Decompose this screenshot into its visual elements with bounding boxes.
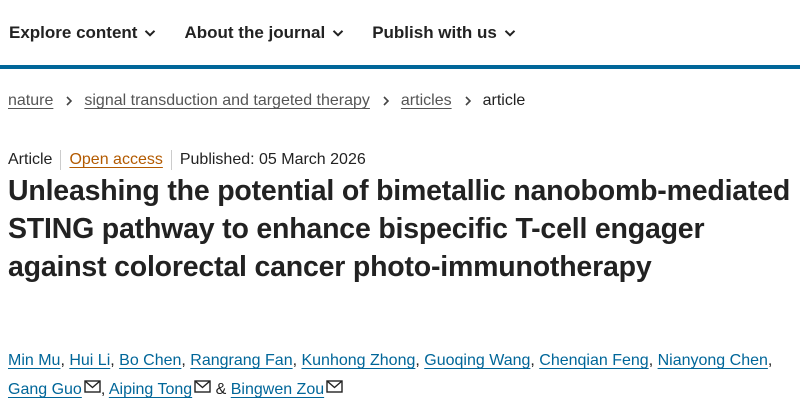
nav-explore-content[interactable]: Explore content	[9, 23, 156, 43]
author-link[interactable]: Chenqian Feng	[539, 352, 648, 369]
nav-item-label: About the journal	[184, 22, 326, 42]
article-title: Unleashing the potential of bimetallic n…	[8, 175, 791, 283]
email-icon[interactable]	[194, 380, 211, 393]
author-link[interactable]: Hui Li	[69, 352, 110, 369]
meta-divider	[60, 150, 62, 170]
breadcrumb-current: article	[482, 92, 526, 109]
author-link[interactable]: Min Mu	[8, 352, 60, 369]
author-link[interactable]: Bingwen Zou	[231, 381, 324, 398]
nav-divider	[0, 65, 800, 69]
open-access-link[interactable]: Open access	[69, 151, 162, 169]
author-separator: ,	[181, 352, 191, 369]
author-separator: ,	[648, 352, 658, 369]
article-meta: Article Open access Published: 05 March …	[8, 149, 366, 171]
meta-divider	[170, 150, 172, 170]
author-last-separator: &	[211, 381, 231, 398]
chevron-right-icon	[383, 96, 390, 106]
breadcrumb-link-nature[interactable]: nature	[8, 92, 53, 110]
breadcrumb-link-journal[interactable]: signal transduction and targeted therapy	[84, 92, 370, 110]
author-separator: ,	[110, 352, 120, 369]
nav-item-label: Publish with us	[372, 22, 497, 42]
author-link[interactable]: Aiping Tong	[109, 381, 192, 398]
chevron-down-icon	[145, 29, 156, 37]
published-date: Published: 05 March 2026	[179, 151, 366, 168]
email-icon[interactable]	[84, 380, 101, 393]
author-link[interactable]: Gang Guo	[8, 381, 82, 398]
chevron-down-icon	[504, 29, 516, 37]
author-separator: ,	[415, 352, 425, 369]
author-separator: ,	[767, 352, 773, 369]
breadcrumb: nature signal transduction and targeted …	[8, 90, 525, 112]
author-link[interactable]: Rangrang Fan	[190, 352, 292, 369]
nav-item-label: Explore content	[9, 22, 138, 42]
chevron-right-icon	[66, 96, 73, 106]
author-link[interactable]: Bo Chen	[119, 352, 181, 369]
author-separator: ,	[530, 352, 540, 369]
author-link[interactable]: Nianyong Chen	[658, 352, 768, 369]
author-separator: ,	[100, 381, 109, 398]
breadcrumb-link-articles[interactable]: articles	[401, 92, 452, 110]
article-type: Article	[8, 151, 53, 168]
author-separator: ,	[60, 352, 70, 369]
author-list: Min Mu, Hui Li, Bo Chen, Rangrang Fan, K…	[8, 346, 798, 400]
author-link[interactable]: Guoqing Wang	[424, 352, 530, 369]
chevron-right-icon	[465, 96, 471, 106]
top-navigation: Explore content About the journal Publis…	[0, 0, 800, 65]
chevron-down-icon	[332, 29, 344, 37]
author-link[interactable]: Kunhong Zhong	[301, 352, 415, 369]
email-icon[interactable]	[326, 380, 343, 393]
nav-about-journal[interactable]: About the journal	[184, 23, 344, 43]
nav-publish-with-us[interactable]: Publish with us	[372, 23, 516, 43]
